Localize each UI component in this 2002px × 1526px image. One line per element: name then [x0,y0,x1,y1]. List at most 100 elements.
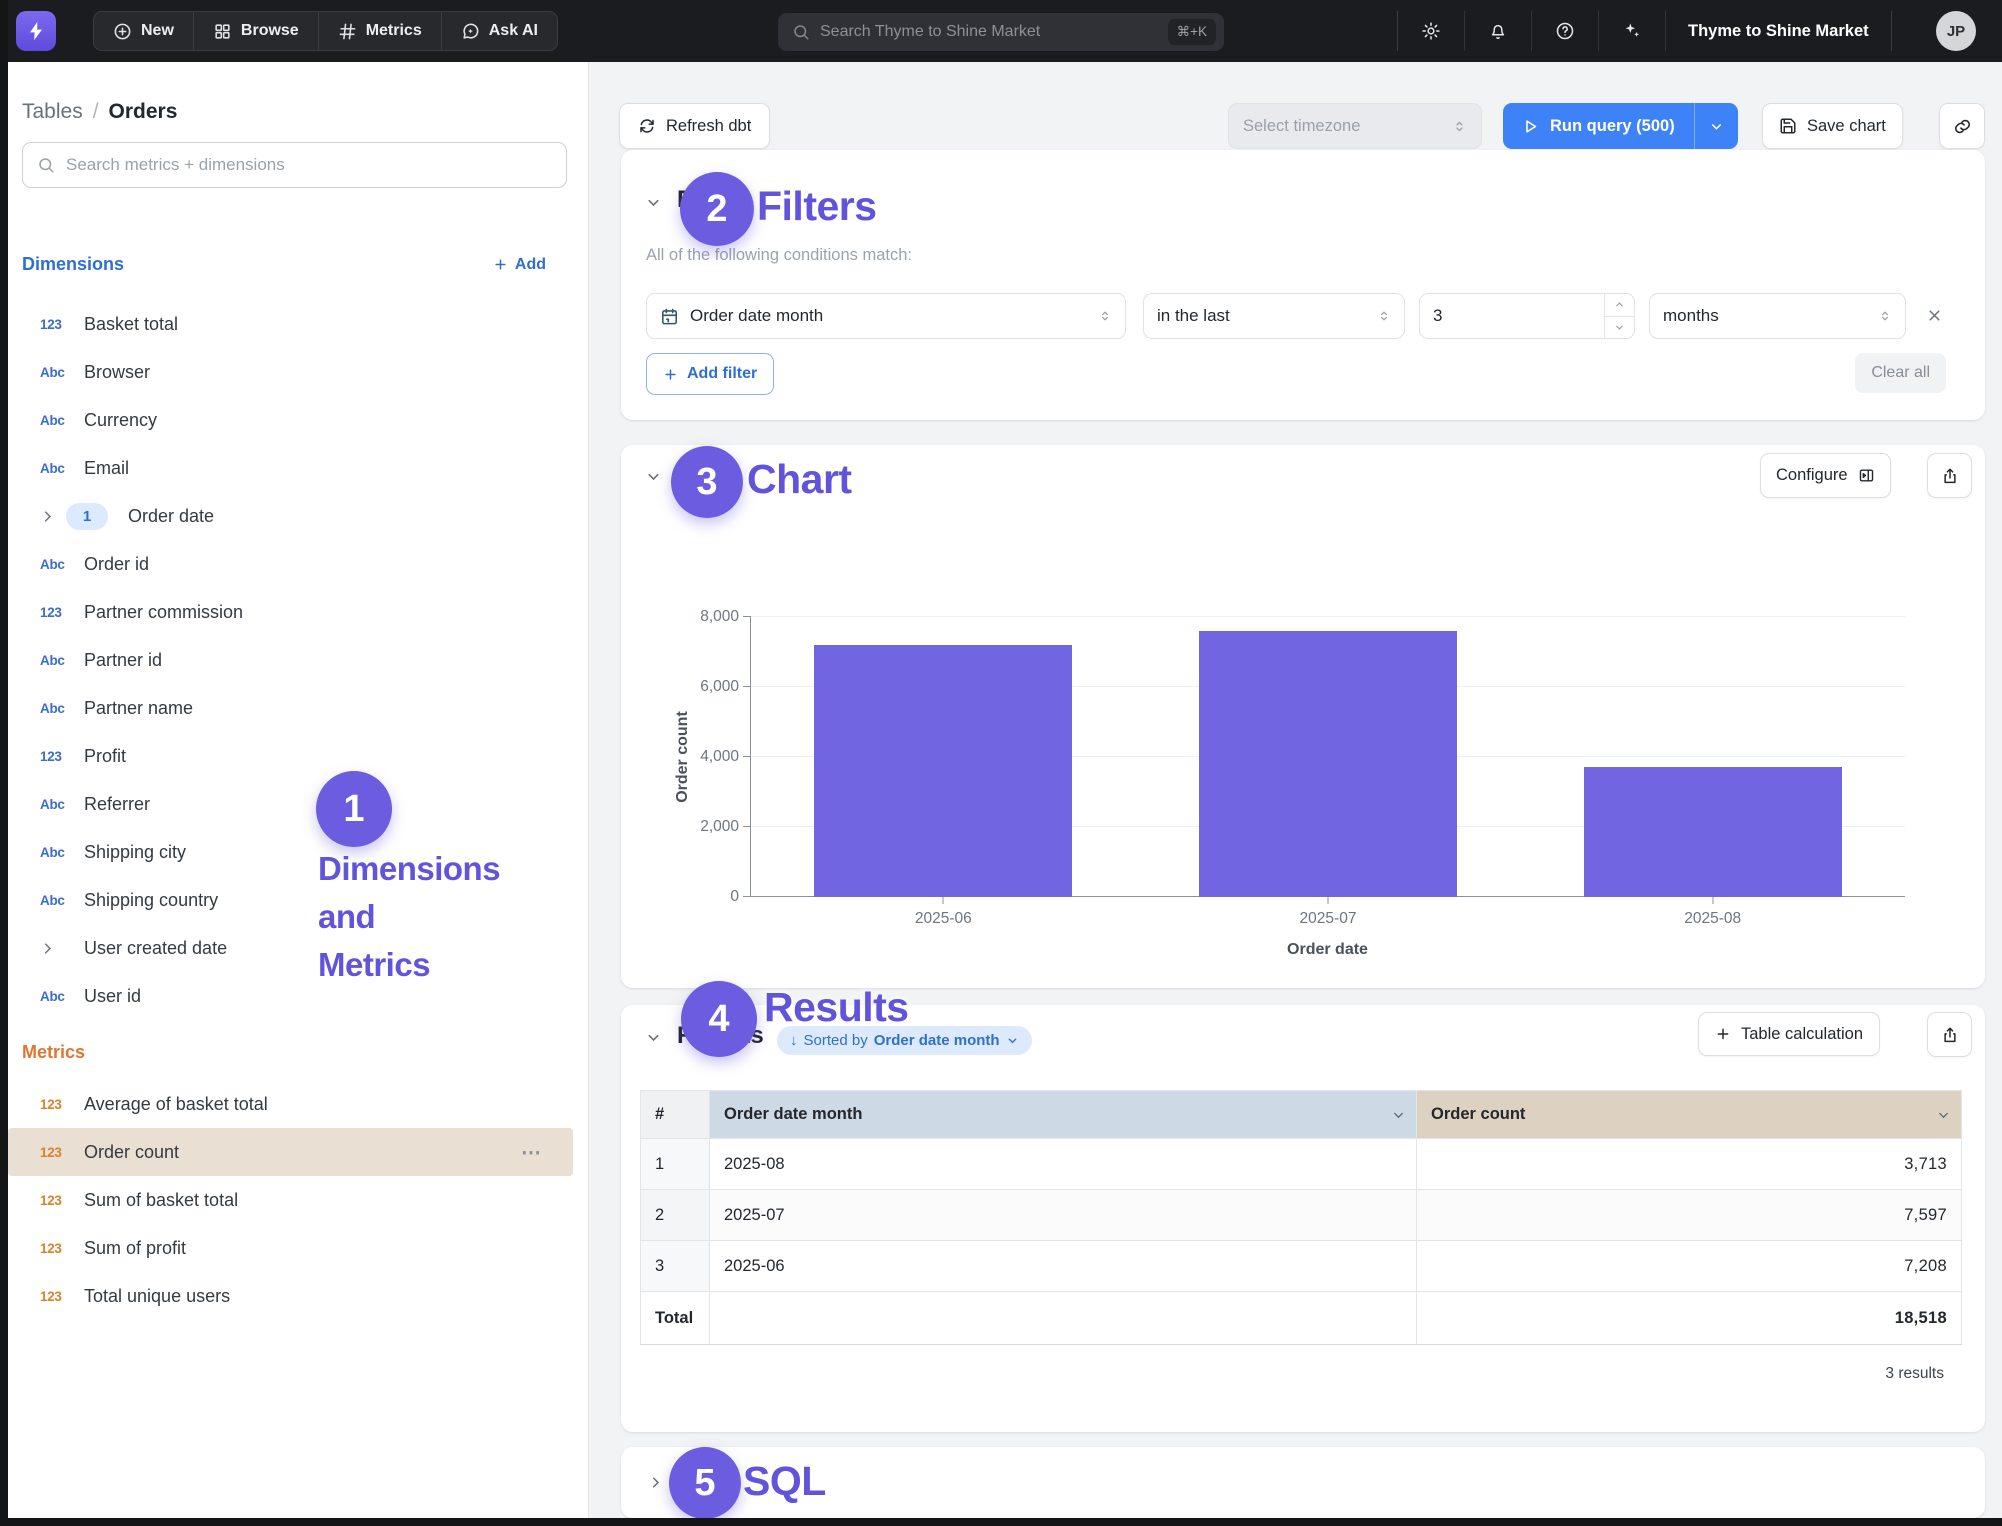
user-avatar[interactable]: JP [1936,11,1976,51]
sidebar-item-average-of-basket-total[interactable]: 123Average of basket total [8,1080,589,1128]
sidebar-item-browser[interactable]: AbcBrowser [8,348,589,396]
expand-sql-icon[interactable] [647,1474,664,1491]
run-query-button[interactable]: Run query (500) [1503,103,1738,149]
add-filter-button[interactable]: Add filter [646,353,774,395]
row-number-cell: 2 [641,1190,710,1241]
sidebar-item-profit[interactable]: 123Profit [8,732,589,780]
sidebar-item-partner-name[interactable]: AbcPartner name [8,684,589,732]
breadcrumb: Tables / Orders [22,100,177,124]
month-cell[interactable]: 2025-07 [710,1190,1417,1241]
sidebar-item-partner-commission[interactable]: 123Partner commission [8,588,589,636]
run-query-main[interactable]: Run query (500) [1503,103,1694,149]
stepper-up-button[interactable] [1605,294,1634,317]
sparkles-icon [1622,21,1642,41]
bar-2025-06[interactable] [814,645,1072,897]
notifications-button[interactable] [1465,11,1532,51]
sidebar-item-shipping-city[interactable]: AbcShipping city [8,828,589,876]
sidebar-item-basket-total[interactable]: 123Basket total [8,300,589,348]
field-label: User created date [84,938,227,959]
count-cell[interactable]: 7,597 [1417,1190,1962,1241]
remove-filter-button[interactable] [1926,307,1943,324]
nav-new-button[interactable]: New [94,12,194,50]
refresh-dbt-button[interactable]: Refresh dbt [619,103,770,149]
annotation-line: and [318,893,500,941]
ai-sparkles-button[interactable] [1599,11,1666,51]
stepper-down-button[interactable] [1605,317,1634,339]
collapse-chart-icon[interactable] [645,468,662,485]
filter-field-select[interactable]: Order date month [646,293,1126,339]
y-tick-label: 6,000 [700,678,739,696]
sidebar-item-shipping-country[interactable]: AbcShipping country [8,876,589,924]
chevron-right-icon[interactable] [40,941,66,956]
gear-icon [1421,21,1441,41]
share-link-button[interactable] [1939,103,1985,149]
sidebar-item-order-count[interactable]: 123 Order count ⋯ [8,1128,573,1176]
fields-search[interactable] [22,142,567,188]
sidebar-item-referrer[interactable]: AbcReferrer [8,780,589,828]
sidebar-item-order-id[interactable]: AbcOrder id [8,540,589,588]
count-cell[interactable]: 3,713 [1417,1139,1962,1190]
sidebar-item-total-unique-users[interactable]: 123Total unique users [8,1272,589,1320]
select-updown-icon [1878,309,1892,323]
y-tick-label: 0 [730,888,739,906]
sidebar-item-partner-id[interactable]: AbcPartner id [8,636,589,684]
field-label: Referrer [84,794,150,815]
export-results-button[interactable] [1927,1012,1972,1057]
breadcrumb-tables-link[interactable]: Tables [22,100,83,124]
settings-button[interactable] [1398,11,1465,51]
configure-chart-button[interactable]: Configure [1760,453,1891,498]
collapse-filters-icon[interactable] [645,194,662,211]
refresh-icon [638,117,656,135]
order-count-column-header[interactable]: Order count [1417,1091,1962,1139]
run-query-dropdown[interactable] [1694,103,1738,149]
global-search[interactable]: ⌘+K [778,13,1224,51]
export-chart-button[interactable] [1927,453,1972,498]
x-tick-label: 2025-08 [1684,910,1741,928]
month-cell[interactable]: 2025-06 [710,1241,1417,1292]
field-label: Average of basket total [84,1094,268,1115]
sidebar-item-currency[interactable]: AbcCurrency [8,396,589,444]
bar-slot [1520,617,1905,897]
global-search-input[interactable] [820,23,1158,41]
clear-all-label: Clear all [1871,364,1930,382]
bar-series [751,617,1905,897]
table-row: 3 2025-06 7,208 [641,1241,1962,1292]
collapse-results-icon[interactable] [645,1029,662,1046]
sidebar-item-order-date[interactable]: 1 Order date [8,492,589,540]
count-cell[interactable]: 7,208 [1417,1241,1962,1292]
chevron-right-icon[interactable] [40,509,66,524]
filter-value-input[interactable]: 3 [1419,293,1635,339]
breadcrumb-separator: / [93,100,99,124]
column-menu-icon[interactable] [1936,1107,1951,1122]
workspace-name[interactable]: Thyme to Shine Market [1666,11,1891,51]
add-dimension-button[interactable]: Add [493,256,546,274]
sidebar-item-sum-of-basket-total[interactable]: 123Sum of basket total [8,1176,589,1224]
y-tick-label: 4,000 [700,748,739,766]
sidebar-item-email[interactable]: AbcEmail [8,444,589,492]
sidebar-item-sum-of-profit[interactable]: 123Sum of profit [8,1224,589,1272]
field-label: Basket total [84,314,178,335]
filter-unit-select[interactable]: months [1649,293,1906,339]
sidebar-item-user-created-date[interactable]: User created date [8,924,589,972]
string-type-icon: Abc [40,653,84,668]
bar-2025-08[interactable] [1584,767,1842,897]
y-tick-mark [743,616,751,617]
order-date-month-column-header[interactable]: Order date month [710,1091,1417,1139]
save-chart-button[interactable]: Save chart [1762,103,1903,149]
nav-metrics-button[interactable]: Metrics [319,12,442,50]
app-logo[interactable] [16,11,56,51]
field-options-menu[interactable]: ⋯ [521,1140,543,1165]
bar-2025-07[interactable] [1199,631,1457,897]
help-button[interactable] [1532,11,1599,51]
filter-operator-select[interactable]: in the last [1143,293,1405,339]
clear-all-filters-button[interactable]: Clear all [1855,353,1946,393]
month-cell[interactable]: 2025-08 [710,1139,1417,1190]
column-menu-icon[interactable] [1391,1107,1406,1122]
sidebar-item-user-id[interactable]: AbcUser id [8,972,589,1020]
timezone-select[interactable]: Select timezone [1228,103,1482,149]
nav-browse-button[interactable]: Browse [194,12,319,50]
table-calculation-button[interactable]: Table calculation [1698,1012,1880,1056]
timezone-placeholder: Select timezone [1243,117,1360,136]
nav-ask-ai-button[interactable]: Ask AI [442,12,557,50]
fields-search-input[interactable] [66,155,552,175]
